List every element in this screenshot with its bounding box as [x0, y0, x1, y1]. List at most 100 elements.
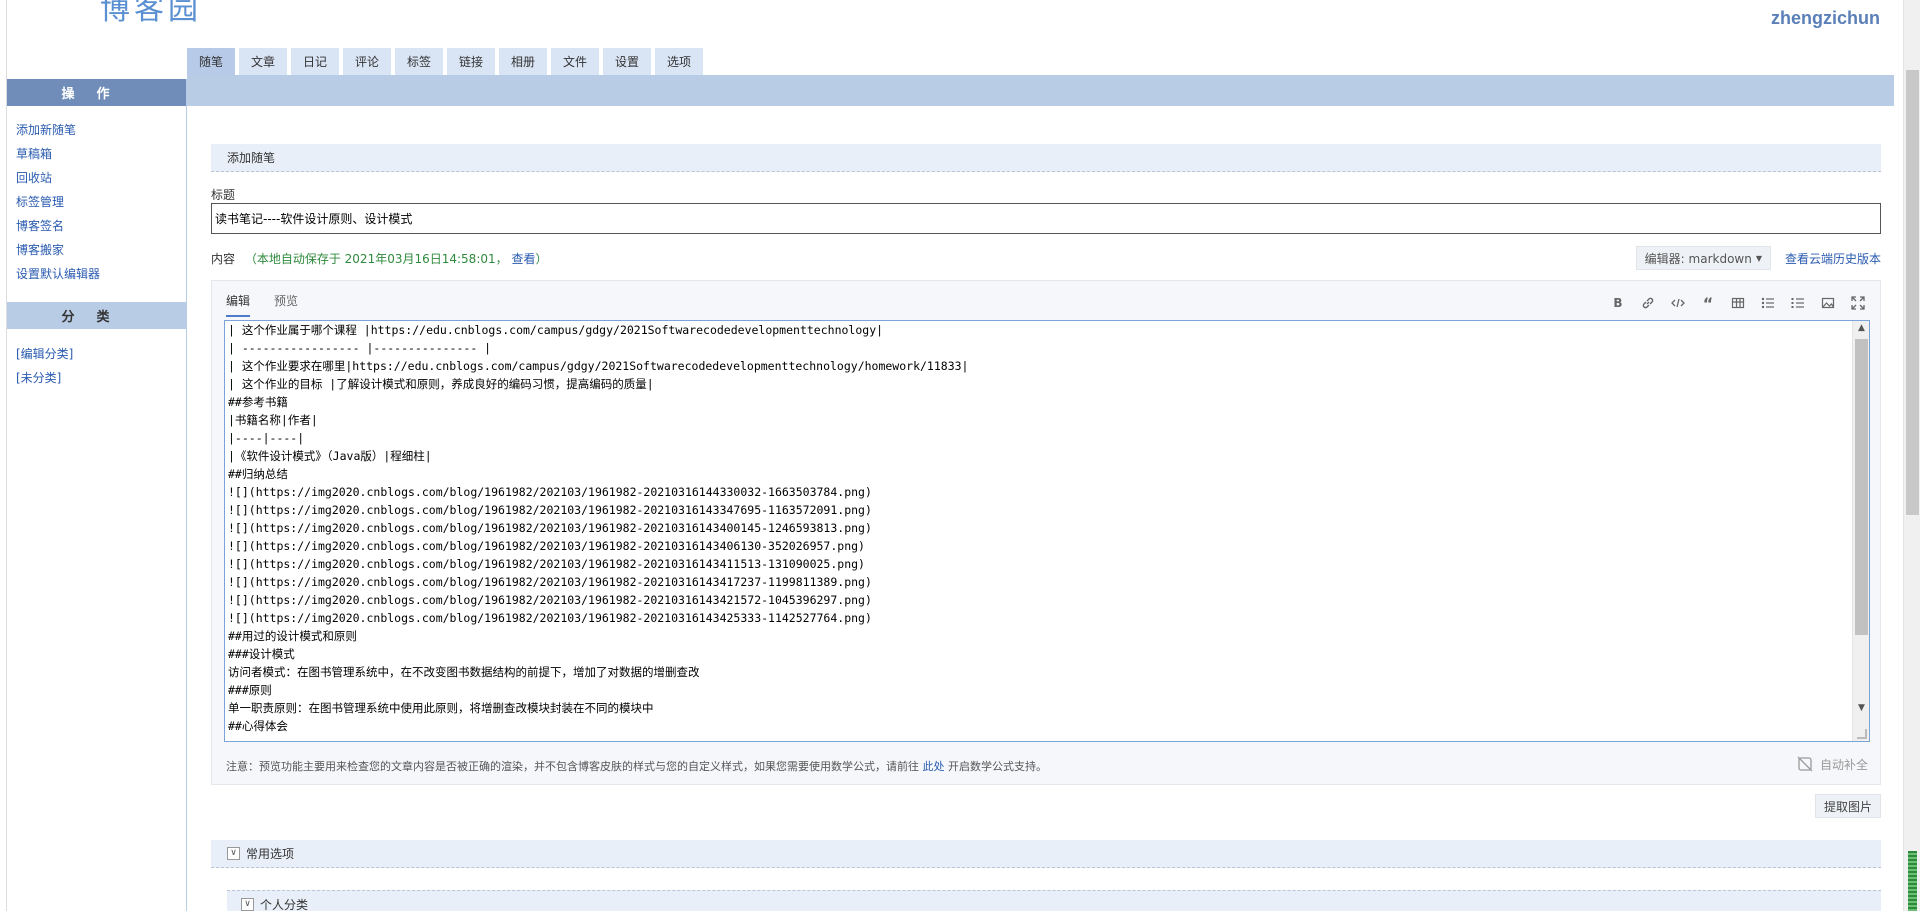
- table-icon[interactable]: [1730, 295, 1746, 311]
- markdown-textarea[interactable]: | 这个作业属于哪个课程 |https://edu.cnblogs.com/ca…: [224, 320, 1870, 742]
- code-line: ![](https://img2020.cnblogs.com/blog/196…: [228, 611, 872, 625]
- autosave-status: （本地自动保存于 2021年03月16日14:58:01， 查看）: [245, 252, 548, 266]
- autosave-close: ）: [535, 252, 548, 266]
- tab-links[interactable]: 链接: [447, 48, 495, 75]
- sidebar-item-uncategorized[interactable]: [未分类]: [16, 366, 186, 390]
- code-line: ![](https://img2020.cnblogs.com/blog/196…: [228, 575, 872, 589]
- tab-strip: [187, 75, 1894, 106]
- code-line: ##归纳总结: [228, 467, 288, 481]
- sidebar-links: 添加新随笔 草稿箱 回收站 标签管理 博客签名 博客搬家 设置默认编辑器: [7, 106, 186, 286]
- page-scroll-thumb[interactable]: [1906, 70, 1919, 515]
- title-input[interactable]: [211, 203, 1881, 234]
- tab-options[interactable]: 选项: [655, 48, 703, 75]
- tab-posts[interactable]: 随笔: [187, 48, 235, 75]
- editor-scrollbar[interactable]: ▲ ▼: [1852, 321, 1869, 741]
- sidebar-ops-title: 操作: [7, 79, 186, 106]
- sidebar-item-signature[interactable]: 博客签名: [16, 214, 186, 238]
- personal-category-label: 个人分类: [260, 897, 309, 911]
- code-line: ![](https://img2020.cnblogs.com/blog/196…: [228, 521, 872, 535]
- sidebar-item-recycle-bin[interactable]: 回收站: [16, 166, 186, 190]
- sidebar-item-tag-manage[interactable]: 标签管理: [16, 190, 186, 214]
- autocomplete-toggle[interactable]: 自动补全: [1796, 755, 1868, 773]
- sidebar: 操作 添加新随笔 草稿箱 回收站 标签管理 博客签名 博客搬家 设置默认编辑器 …: [7, 79, 187, 911]
- tab-articles[interactable]: 文章: [239, 48, 287, 75]
- code-line: ![](https://img2020.cnblogs.com/blog/196…: [228, 593, 872, 607]
- autocomplete-label: 自动补全: [1819, 757, 1868, 772]
- resize-handle-icon[interactable]: [1857, 729, 1867, 739]
- page: 博客园 zhengzichun 随笔 文章 日记 评论 标签 链接 相册 文件 …: [0, 0, 1920, 911]
- tab-files[interactable]: 文件: [551, 48, 599, 75]
- tab-diary[interactable]: 日记: [291, 48, 339, 75]
- main-tabs: 随笔 文章 日记 评论 标签 链接 相册 文件 设置 选项: [187, 48, 703, 75]
- common-options-header[interactable]: ∨ 常用选项: [211, 840, 1881, 868]
- scroll-down-icon[interactable]: ▼: [1853, 703, 1869, 713]
- code-line: ##心得体会: [228, 719, 288, 733]
- code-line: | 这个作业要求在哪里|https://edu.cnblogs.com/camp…: [228, 359, 969, 373]
- sidebar-item-default-editor[interactable]: 设置默认编辑器: [16, 262, 186, 286]
- editor-select-label: 编辑器: markdown: [1644, 251, 1752, 266]
- site-logo[interactable]: 博客园: [100, 0, 202, 28]
- editor-tab-preview[interactable]: 预览: [274, 292, 298, 317]
- extract-images-button[interactable]: 提取图片: [1814, 794, 1881, 818]
- code-line: ![](https://img2020.cnblogs.com/blog/196…: [228, 485, 872, 499]
- code-line: ###设计模式: [228, 647, 295, 661]
- code-line: ##用过的设计模式和原则: [228, 629, 357, 643]
- code-line: |《软件设计模式》（Java版）|程细柱|: [228, 449, 432, 463]
- sidebar-item-edit-categories[interactable]: [编辑分类]: [16, 342, 186, 366]
- autosave-text: （本地自动保存于 2021年03月16日14:58:01，: [244, 252, 508, 266]
- preview-notice: 注意：预览功能主要用来检查您的文章内容是否被正确的渲染，并不包含博客皮肤的样式与…: [226, 758, 1047, 774]
- scroll-indicator: [1908, 851, 1917, 911]
- sidebar-item-blog-move[interactable]: 博客搬家: [16, 238, 186, 262]
- tab-comments[interactable]: 评论: [343, 48, 391, 75]
- code-line: | ----------------- |--------------- |: [228, 341, 492, 355]
- caret-down-icon: ▼: [1755, 253, 1762, 263]
- scroll-thumb[interactable]: [1855, 339, 1868, 635]
- scroll-up-icon[interactable]: ▲: [1853, 323, 1869, 333]
- tab-albums[interactable]: 相册: [499, 48, 547, 75]
- code-line: ![](https://img2020.cnblogs.com/blog/196…: [228, 557, 865, 571]
- quote-icon[interactable]: “: [1700, 294, 1716, 313]
- bold-icon[interactable]: B: [1610, 295, 1626, 311]
- chevron-down-icon[interactable]: ∨: [227, 847, 240, 860]
- notice-text: 注意：预览功能主要用来检查您的文章内容是否被正确的渲染，并不包含博客皮肤的样式与…: [226, 760, 919, 773]
- code-line: |----|----|: [228, 431, 305, 445]
- username[interactable]: zhengzichun: [1771, 8, 1880, 29]
- section-title: 添加随笔: [211, 144, 1881, 172]
- code-line: ![](https://img2020.cnblogs.com/blog/196…: [228, 539, 865, 553]
- code-line: ###原则: [228, 683, 272, 697]
- editor-tab-edit[interactable]: 编辑: [226, 292, 251, 317]
- markdown-content: | 这个作业属于哪个课程 |https://edu.cnblogs.com/ca…: [228, 321, 968, 735]
- numbered-list-icon[interactable]: [1790, 295, 1806, 311]
- sidebar-cat-title: 分类: [7, 302, 186, 329]
- code-line: ##参考书籍: [228, 395, 288, 409]
- math-settings-link[interactable]: 此处: [923, 760, 945, 773]
- notice-tail: 开启数学公式支持。: [948, 760, 1047, 773]
- autosave-view-link[interactable]: 查看: [511, 252, 535, 266]
- fullscreen-icon[interactable]: [1850, 295, 1866, 311]
- chevron-down-icon[interactable]: ∨: [241, 897, 254, 911]
- editor-toolbar: B “: [1610, 294, 1866, 313]
- cloud-history-link[interactable]: 查看云端历史版本: [1785, 250, 1881, 267]
- bullet-list-icon[interactable]: [1760, 295, 1776, 311]
- editor-tabs: 编辑 预览: [226, 292, 298, 317]
- code-line: | 这个作业的目标 |了解设计模式和原则，养成良好的编码习惯，提高编码的质量|: [228, 377, 654, 391]
- personal-category-header[interactable]: ∨ 个人分类: [227, 890, 1881, 911]
- editor-select[interactable]: 编辑器: markdown ▼: [1635, 246, 1771, 270]
- content-label: 内容: [211, 252, 236, 266]
- code-line: 单一职责原则：在图书管理系统中使用此原则，将增删查改模块封装在不同的模块中: [228, 701, 654, 715]
- tab-tags[interactable]: 标签: [395, 48, 443, 75]
- sidebar-item-drafts[interactable]: 草稿箱: [16, 142, 186, 166]
- sidebar-item-new-post[interactable]: 添加新随笔: [16, 118, 186, 142]
- code-line: ![](https://img2020.cnblogs.com/blog/196…: [228, 503, 872, 517]
- image-icon[interactable]: [1820, 295, 1836, 311]
- autocomplete-icon: [1797, 756, 1813, 772]
- code-icon[interactable]: [1670, 295, 1686, 311]
- code-line: | 这个作业属于哪个课程 |https://edu.cnblogs.com/ca…: [228, 323, 884, 337]
- tab-settings[interactable]: 设置: [603, 48, 651, 75]
- code-line: 访问者模式：在图书管理系统中，在不改变图书数据结构的前提下，增加了对数据的增删查…: [228, 665, 700, 679]
- link-icon[interactable]: [1640, 295, 1656, 311]
- common-options-label: 常用选项: [246, 847, 295, 861]
- code-line: |书籍名称|作者|: [228, 413, 318, 427]
- title-label: 标题: [211, 188, 236, 202]
- page-scrollbar[interactable]: [1903, 0, 1920, 911]
